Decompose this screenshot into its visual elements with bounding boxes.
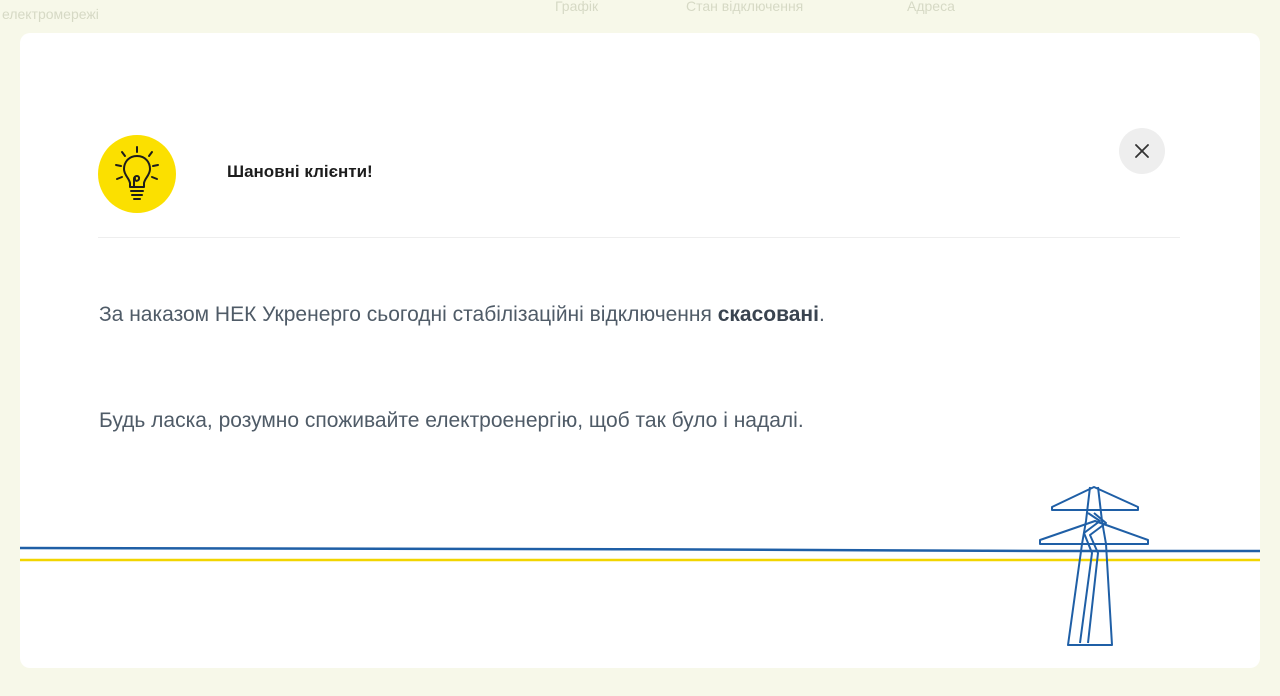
- background-nav-item-1: Графік: [555, 0, 599, 14]
- announcement-modal: Шановні клієнти! За наказом НЕК Укренерг…: [20, 33, 1260, 668]
- background-nav-item-2: Стан відключення: [686, 0, 804, 14]
- power-line-illustration: [20, 486, 1260, 646]
- power-tower-icon: [1039, 486, 1149, 646]
- background-nav-item-3: Адреса: [907, 0, 955, 14]
- background-header-text: електромережі: [2, 6, 99, 22]
